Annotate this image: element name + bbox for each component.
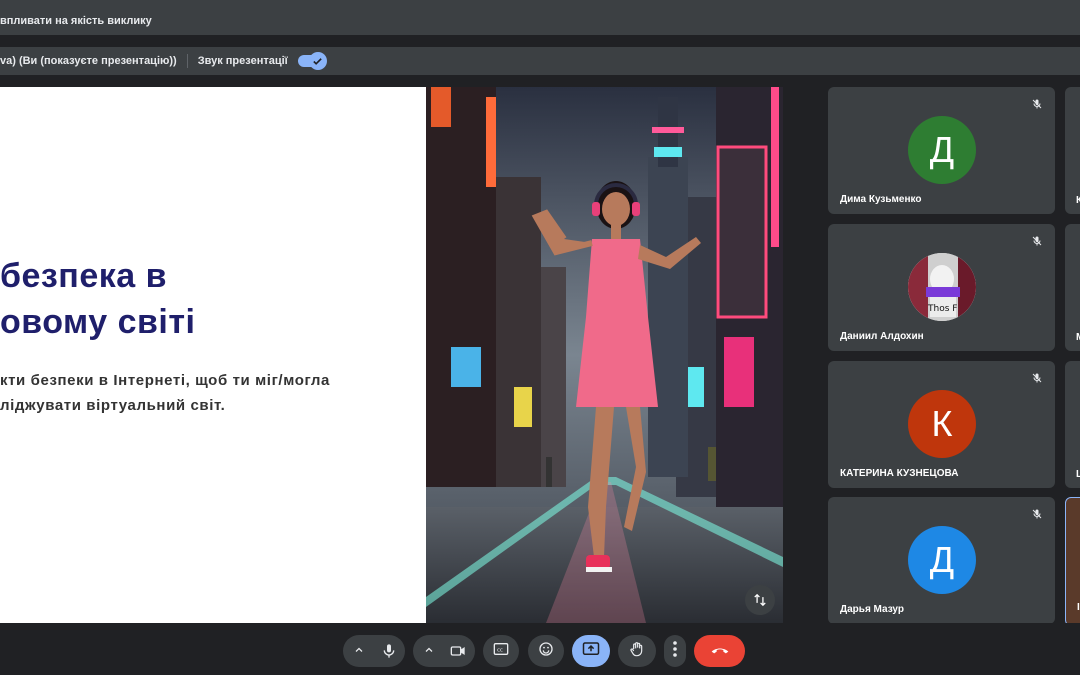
mic-off-icon <box>1031 97 1043 115</box>
slide-title-line1: безпека в <box>0 257 168 295</box>
avatar: К <box>908 390 976 458</box>
emoji-icon <box>538 641 554 662</box>
participant-tile-partial[interactable]: L <box>1065 361 1080 488</box>
raise-hand-button[interactable] <box>618 635 656 667</box>
participant-tile-partial-active[interactable]: I <box>1065 497 1080 626</box>
participant-tile[interactable]: К КАТЕРИНА КУЗНЕЦОВА <box>828 361 1055 488</box>
presentation-bar: va) (Ви (показуєте презентацію)) Звук пр… <box>0 47 1080 75</box>
captions-icon: cc <box>493 642 509 661</box>
slide-illustration <box>426 87 783 623</box>
participant-tile[interactable]: Д Дарья Мазур <box>828 497 1055 624</box>
more-options-icon <box>672 640 678 662</box>
participant-tile-partial[interactable]: М <box>1065 224 1080 351</box>
participant-tile-partial[interactable]: К <box>1065 87 1080 214</box>
participant-name: Дима Кузьменко <box>840 194 922 205</box>
participant-name: Дарья Мазур <box>840 604 904 615</box>
participant-name-partial: I <box>1077 602 1080 613</box>
call-controls: cc <box>0 623 1080 675</box>
top-strip <box>0 0 1080 7</box>
warning-bar: впливати на якість виклику <box>0 7 1080 35</box>
end-call-button[interactable] <box>694 635 745 667</box>
shared-presentation: безпека в овому світі кти безпеки в Інте… <box>0 87 783 623</box>
warning-text: впливати на якість виклику <box>0 15 152 27</box>
participant-name-partial: М <box>1076 332 1080 343</box>
participant-name: Даниил Алдохин <box>840 331 924 342</box>
present-icon <box>582 641 600 662</box>
participant-tile[interactable]: Thos F Даниил Алдохин <box>828 224 1055 351</box>
participant-name-partial: L <box>1076 469 1080 480</box>
presentation-sound-toggle[interactable] <box>297 52 327 70</box>
participant-name: КАТЕРИНА КУЗНЕЦОВА <box>840 468 959 479</box>
participant-name-partial: К <box>1076 195 1080 206</box>
profile-picture: Thos F <box>908 253 976 321</box>
avatar: Д <box>908 116 976 184</box>
present-button[interactable] <box>572 635 610 667</box>
svg-text:cc: cc <box>497 647 503 653</box>
swap-view-button[interactable] <box>745 585 775 615</box>
city-dancer-illustration <box>426 87 783 623</box>
slide-title-line2: овому світі <box>0 303 196 341</box>
check-icon <box>308 52 327 70</box>
camera-control[interactable] <box>413 635 475 667</box>
mic-off-icon <box>1031 234 1043 252</box>
camera-icon[interactable] <box>449 643 467 664</box>
slide-text-area: безпека в овому світі кти безпеки в Інте… <box>0 87 426 623</box>
avatar: Thos F <box>908 253 976 321</box>
svg-text:Thos F: Thos F <box>927 304 957 314</box>
swap-vertical-icon <box>754 593 766 607</box>
avatar: Д <box>908 526 976 594</box>
chevron-up-icon[interactable] <box>423 643 435 661</box>
slide-body-line2: ліджувати віртуальний світ. <box>0 397 226 414</box>
mic-icon[interactable] <box>381 642 397 665</box>
presentation-sound-label: Звук презентації <box>197 55 288 67</box>
divider <box>186 54 188 68</box>
emoji-button[interactable] <box>528 635 564 667</box>
chevron-up-icon[interactable] <box>353 643 365 661</box>
end-call-icon <box>710 642 730 660</box>
mic-control[interactable] <box>343 635 405 667</box>
presenting-label: va) (Ви (показуєте презентацію)) <box>0 55 177 67</box>
mic-off-icon <box>1031 507 1043 525</box>
captions-button[interactable]: cc <box>483 635 519 667</box>
more-options-button[interactable] <box>664 635 686 667</box>
participant-tile[interactable]: Д Дима Кузьменко <box>828 87 1055 214</box>
mic-off-icon <box>1031 371 1043 389</box>
raise-hand-icon <box>629 640 645 663</box>
slide-body-line1: кти безпеки в Інтернеті, щоб ти міг/могл… <box>0 372 330 389</box>
